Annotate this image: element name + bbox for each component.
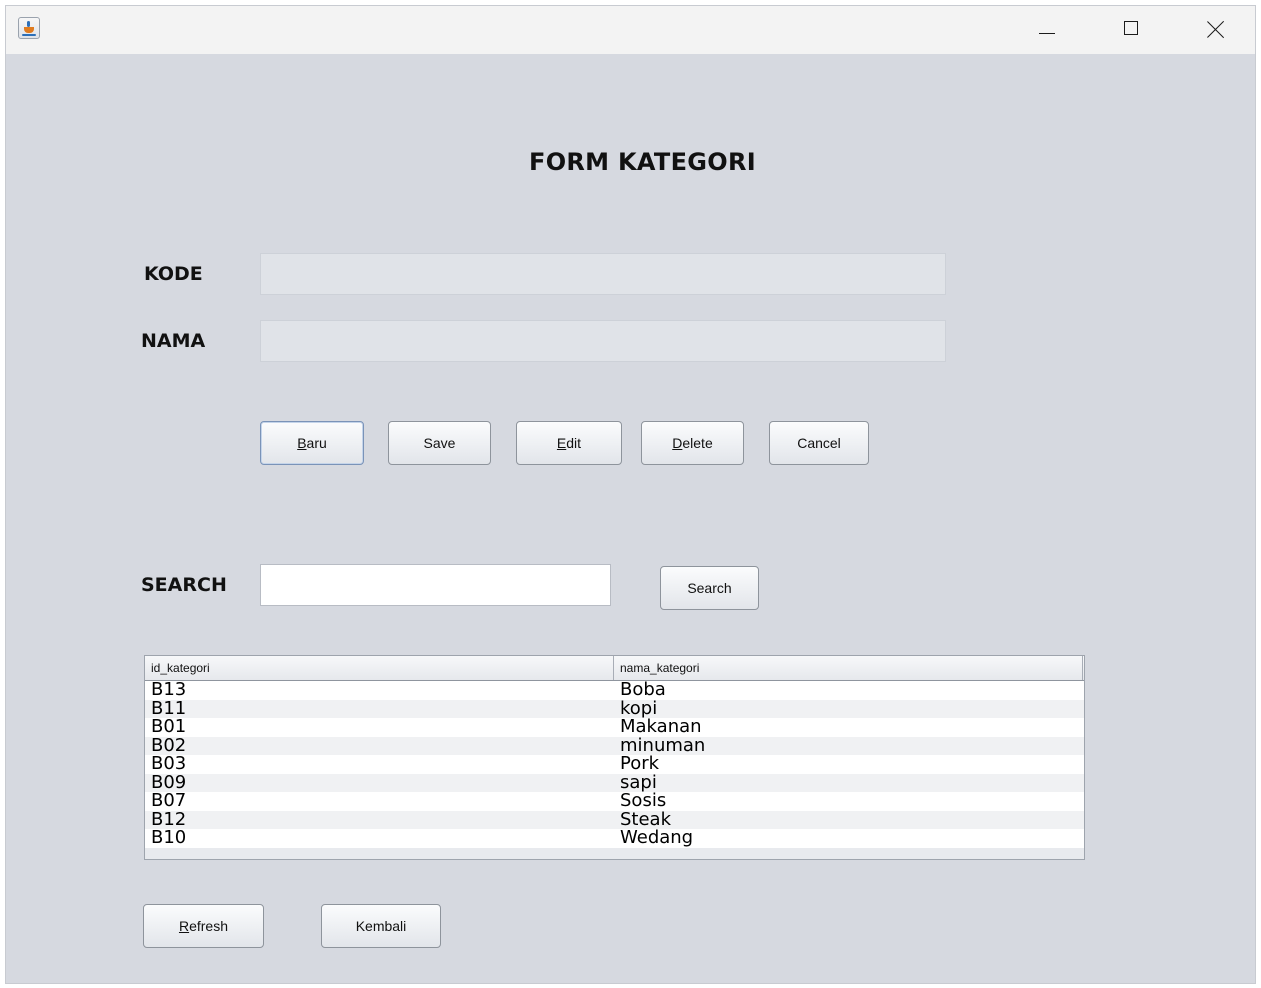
cell-id-kategori: B13 — [151, 681, 187, 700]
table-row[interactable]: B01 Makanan — [145, 718, 1084, 737]
delete-label: elete — [682, 435, 713, 451]
cancel-button[interactable]: Cancel — [769, 421, 869, 465]
cell-nama-kategori: kopi — [620, 699, 658, 718]
cell-id-kategori: B12 — [151, 810, 187, 829]
kode-field[interactable] — [260, 253, 946, 295]
refresh-button[interactable]: Refresh — [143, 904, 264, 948]
kode-label: KODE — [144, 263, 203, 285]
cell-nama-kategori: minuman — [620, 736, 706, 755]
table-row[interactable]: B03 Pork — [145, 755, 1084, 774]
cell-nama-kategori: Wedang — [620, 829, 694, 848]
nama-label: NAMA — [141, 330, 206, 352]
table-row[interactable]: B12 Steak — [145, 810, 1084, 829]
edit-label: dit — [566, 435, 582, 451]
delete-mnemonic: D — [672, 435, 683, 451]
edit-button[interactable]: Edit — [516, 421, 622, 465]
cell-nama-kategori: sapi — [620, 773, 657, 792]
close-button[interactable] — [1174, 6, 1254, 54]
baru-button[interactable]: Baru — [260, 421, 364, 465]
page-title: FORM KATEGORI — [529, 148, 757, 176]
search-label: SEARCH — [141, 574, 227, 596]
table-row[interactable]: B13 Boba — [145, 681, 1084, 700]
table-row[interactable]: B10 Wedang — [145, 829, 1084, 848]
nama-field[interactable] — [260, 320, 946, 362]
cell-nama-kategori: Makanan — [620, 718, 702, 737]
minimize-button[interactable] — [1008, 6, 1088, 54]
baru-mnemonic: B — [297, 435, 307, 451]
cell-id-kategori: B07 — [151, 792, 187, 811]
cell-id-kategori: B09 — [151, 773, 187, 792]
search-input[interactable] — [260, 564, 611, 606]
table-row[interactable]: B07 Sosis — [145, 792, 1084, 811]
kategori-table[interactable]: id_kategori nama_kategori B13 Boba B11 k… — [144, 655, 1085, 860]
save-button[interactable]: Save — [388, 421, 491, 465]
minimize-icon — [1039, 33, 1055, 34]
table-header: id_kategori nama_kategori — [145, 656, 1084, 681]
close-icon — [1207, 20, 1225, 38]
table-row[interactable]: B09 sapi — [145, 773, 1084, 792]
form-panel: FORM KATEGORI KODE NAMA Baru Save Edit D… — [6, 54, 1255, 983]
cell-nama-kategori: Boba — [620, 681, 666, 700]
java-cup-icon[interactable] — [18, 17, 40, 39]
cell-id-kategori: B03 — [151, 755, 187, 774]
refresh-mnemonic: R — [178, 918, 190, 934]
cell-nama-kategori: Steak — [620, 810, 672, 829]
cell-id-kategori: B10 — [151, 829, 187, 848]
maximize-icon — [1124, 21, 1138, 35]
cell-nama-kategori: Pork — [620, 755, 660, 774]
column-header-id-kategori[interactable]: id_kategori — [145, 656, 614, 680]
search-button[interactable]: Search — [660, 566, 759, 610]
cell-id-kategori: B02 — [151, 736, 187, 755]
table-body: B13 Boba B11 kopi B01 Makanan B02 minuma… — [145, 681, 1084, 848]
maximize-button[interactable] — [1092, 6, 1172, 54]
edit-mnemonic: E — [556, 435, 567, 451]
table-row[interactable]: B11 kopi — [145, 699, 1084, 718]
column-header-nama-kategori[interactable]: nama_kategori — [614, 656, 1083, 680]
refresh-label: efresh — [189, 918, 229, 934]
baru-label: aru — [306, 435, 327, 451]
cell-id-kategori: B01 — [151, 718, 187, 737]
delete-button[interactable]: Delete — [641, 421, 744, 465]
application-window: FORM KATEGORI KODE NAMA Baru Save Edit D… — [6, 6, 1255, 983]
cell-nama-kategori: Sosis — [620, 792, 667, 811]
title-bar[interactable] — [6, 6, 1255, 54]
table-row[interactable]: B02 minuman — [145, 736, 1084, 755]
kembali-button[interactable]: Kembali — [321, 904, 441, 948]
cell-id-kategori: B11 — [151, 699, 187, 718]
